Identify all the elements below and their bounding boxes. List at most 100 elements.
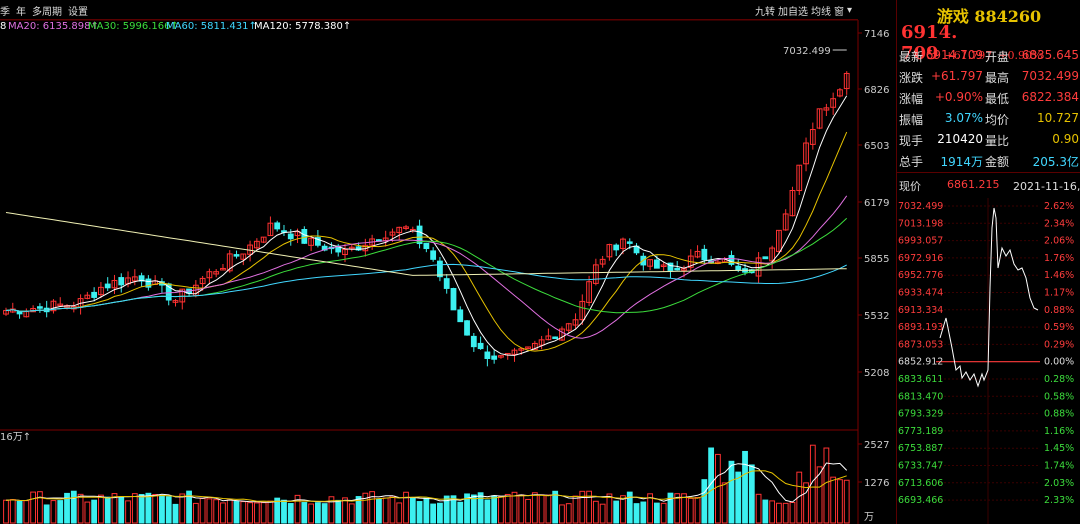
intraday-pct-tick: 1.74% xyxy=(1044,461,1074,472)
candle-body xyxy=(477,342,484,350)
volume-bar xyxy=(769,500,776,524)
volume-bar xyxy=(830,476,837,524)
intraday-pct-tick: 2.03% xyxy=(1044,478,1074,489)
volume-bar xyxy=(721,482,728,524)
candle-body xyxy=(437,260,443,278)
volume-bar xyxy=(681,493,687,524)
kline-chart[interactable]: 7146 6826 6503 6179 5855 5532 5208 7032.499 16万↑… xyxy=(0,0,896,524)
ma-line xyxy=(5,95,848,356)
candle-body xyxy=(762,256,769,260)
volume-bar xyxy=(728,460,735,524)
volume-bar xyxy=(538,494,545,524)
intraday-price-tick: 6793.329 xyxy=(898,409,943,420)
quote-value: 6835.645 xyxy=(1021,48,1079,62)
volume-bar xyxy=(667,492,674,524)
intraday-pct-tick: 0.28% xyxy=(1044,374,1074,385)
volume-bar xyxy=(843,479,850,524)
candle-body xyxy=(470,335,477,348)
intraday-pct-tick: 0.88% xyxy=(1044,305,1074,316)
price-axis-tick: 7146 xyxy=(864,29,889,40)
intraday-price-tick: 6873.053 xyxy=(898,339,943,350)
candles xyxy=(3,71,850,367)
intraday-price-tick: 7032.499 xyxy=(898,201,943,212)
price-axis-tick: 6503 xyxy=(864,141,889,152)
volume-bar xyxy=(389,495,396,524)
intraday-pct-tick: 0.00% xyxy=(1044,357,1074,368)
volume-bar xyxy=(782,502,789,524)
volume-bar xyxy=(511,491,518,524)
volume-bar xyxy=(592,500,599,524)
quote-value: 1914万 xyxy=(940,155,983,169)
candle-body xyxy=(484,351,491,359)
intraday-pct-tick: 2.34% xyxy=(1044,218,1074,229)
volume-bar xyxy=(823,447,830,524)
divider xyxy=(897,172,1080,173)
volume-bar xyxy=(742,450,748,524)
candle-body xyxy=(674,267,681,271)
volume-bar xyxy=(348,503,355,524)
volume-bar xyxy=(43,504,50,524)
candle-body xyxy=(287,233,294,240)
volume-bar xyxy=(545,494,552,524)
candle-body xyxy=(104,283,111,289)
quote-label: 开盘 xyxy=(985,50,1010,64)
volume-bar xyxy=(159,494,165,524)
intraday-price-tick: 6893.193 xyxy=(898,322,943,333)
intraday-price-tick: 6813.470 xyxy=(898,391,943,402)
quote-row: 现手 210420 量比 0.90 xyxy=(897,130,1080,151)
intraday-price-tick: 6733.747 xyxy=(898,461,943,472)
intraday-pct-tick: 1.46% xyxy=(1044,270,1074,281)
volume-bar xyxy=(152,494,159,524)
intraday-price-tick: 6972.916 xyxy=(898,253,943,264)
quote-value: 0.90 xyxy=(1052,132,1079,146)
volume-bar xyxy=(599,503,606,524)
intraday-label: 现价 xyxy=(899,180,921,193)
quote-value: 10.727 xyxy=(1037,111,1079,125)
volume-bar xyxy=(240,501,247,524)
volume-bar xyxy=(91,499,98,524)
volume-bar xyxy=(84,501,91,524)
volume-bar xyxy=(37,491,43,524)
volume-bar xyxy=(437,502,443,524)
volume-bar xyxy=(226,499,233,524)
intraday-price-tick: 6933.474 xyxy=(898,288,943,299)
quote-label: 振幅 xyxy=(899,113,924,127)
volume-bar xyxy=(653,502,660,524)
volume-bar xyxy=(281,499,287,524)
volume-bar xyxy=(179,493,186,524)
quote-row: 涨跌 +61.797 最高 7032.499 xyxy=(897,67,1080,88)
volume-bar xyxy=(70,490,77,524)
volume-bar xyxy=(552,490,559,524)
volume-unit: 万 xyxy=(864,512,874,523)
volume-bar xyxy=(755,493,762,524)
volume-axis-tick: 1276 xyxy=(864,478,889,489)
volume-bar xyxy=(660,502,667,524)
intraday-price-tick: 6952.776 xyxy=(898,270,943,281)
volume-bar xyxy=(491,495,498,524)
candle-body xyxy=(57,303,64,307)
intraday-price-tick: 6713.606 xyxy=(898,478,943,489)
quote-value: 3.07% xyxy=(944,111,983,125)
price-axis-tick: 5208 xyxy=(864,368,889,379)
candle-body xyxy=(91,291,98,298)
candle-body xyxy=(701,248,708,261)
volume-bar xyxy=(9,499,16,524)
volume-bar xyxy=(220,502,226,524)
quote-label: 最低 xyxy=(985,92,1010,106)
volume-bar xyxy=(247,502,253,524)
volume-bar xyxy=(192,502,199,524)
quote-label: 金额 xyxy=(985,155,1010,169)
volume-bar xyxy=(504,493,511,524)
volume-bars xyxy=(3,444,850,524)
volume-bar xyxy=(382,497,389,524)
stock-chart-window: 季年多周期 设置 九转 加自选 均线窗 ▾ 8 MA20: 6135.898↑ MA30: … xyxy=(0,0,1080,524)
volume-bar xyxy=(531,492,538,524)
volume-bar xyxy=(423,497,430,524)
volume-bar xyxy=(314,502,321,524)
quote-value: 6822.384 xyxy=(1021,90,1079,104)
volume-bar xyxy=(3,499,9,524)
candle-body xyxy=(552,336,559,340)
candle-body xyxy=(491,355,498,360)
intraday-price-line xyxy=(939,207,1039,388)
intraday-chart[interactable]: 7032.499 2.62% 7013.198 2.34% 6993.057 2.06% 6… xyxy=(896,198,1080,524)
